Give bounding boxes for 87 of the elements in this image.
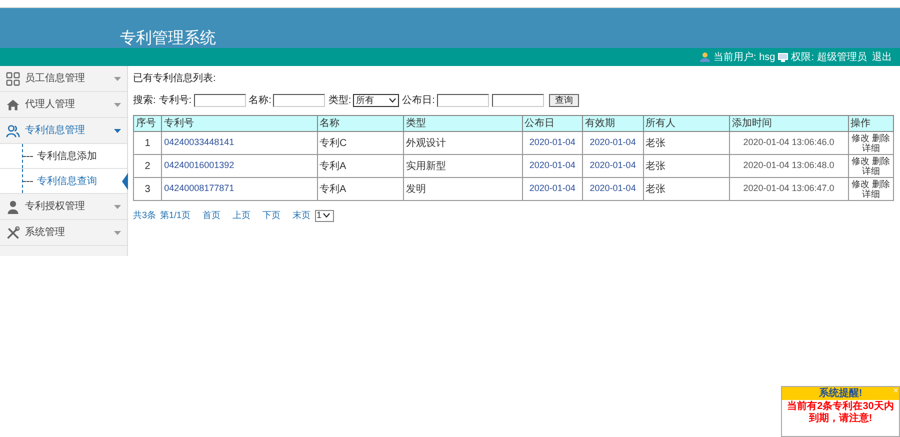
popup-message: 当前有2条专利在30天内到期，请注意!: [786, 401, 895, 425]
action-link[interactable]: 删除: [872, 179, 890, 189]
action-link[interactable]: 修改: [852, 133, 870, 143]
column-header: 所有人: [643, 116, 730, 132]
action-link[interactable]: 删除: [872, 133, 890, 143]
table-cell: 老张: [643, 178, 730, 200]
table-cell: 发明: [403, 178, 522, 200]
menu-item[interactable]: 员工信息管理: [0, 66, 127, 92]
user-label: 当前用户:: [713, 50, 756, 64]
total-count: 共3条: [133, 209, 156, 222]
input-field[interactable]: [194, 94, 246, 107]
user-icon: [6, 200, 20, 214]
table-cell: 专利A: [317, 178, 404, 200]
page-link[interactable]: 下页: [262, 209, 281, 222]
role-name: 超级管理员: [817, 50, 867, 64]
monitor-icon: [778, 52, 788, 62]
table-cell: 2020-01-04: [582, 132, 644, 154]
field-label: 类型:: [328, 94, 352, 108]
tools-icon: [6, 226, 20, 240]
query-button[interactable]: 查询: [548, 94, 579, 107]
field-label: 公布日:: [402, 94, 435, 108]
search-label: 搜索:: [133, 94, 156, 108]
menu-item[interactable]: 专利授权管理: [0, 194, 127, 220]
action-link[interactable]: 修改: [852, 179, 870, 189]
system-title: 专利管理系统: [120, 28, 216, 47]
table-cell: 2020-01-04: [522, 154, 583, 178]
action-link[interactable]: 详细: [862, 143, 880, 153]
table-cell: 专利A: [317, 154, 404, 178]
menu-item[interactable]: 系统管理: [0, 220, 127, 246]
table-cell: 2020-01-04: [522, 132, 583, 154]
column-header: 名称: [317, 116, 404, 132]
active-pointer-icon: [122, 173, 128, 190]
user-icon: [700, 52, 710, 62]
caret-icon: [114, 230, 121, 234]
home-icon: [6, 98, 20, 112]
column-header: 序号: [134, 116, 162, 132]
table-cell: 2020-01-04: [582, 178, 644, 200]
field-label: 专利号:: [158, 94, 192, 108]
popup-title: 系统提醒!: [818, 386, 862, 400]
type-select[interactable]: 所有: [353, 94, 400, 107]
table-cell: 2: [134, 154, 162, 178]
column-header: 专利号: [162, 116, 318, 132]
action-link[interactable]: 删除: [872, 156, 890, 166]
table-cell: 1: [134, 132, 162, 154]
table-cell: 04240016001392: [162, 154, 318, 178]
chevron-icon: [322, 213, 330, 218]
caret-icon: [114, 204, 121, 208]
field-label: 名称:: [248, 94, 272, 108]
table-cell: 2020-01-04: [582, 154, 644, 178]
caret-icon: [114, 76, 121, 80]
table-cell: 2020-01-04 13:06:48.0: [729, 154, 848, 178]
page-indicator: 第1/1页: [160, 209, 191, 222]
table-cell: 3: [134, 178, 162, 200]
column-header: 操作: [848, 116, 894, 132]
table-cell: 实用新型: [403, 154, 522, 178]
table-cell: 2020-01-04 13:06:46.0: [729, 132, 848, 154]
page-link[interactable]: 首页: [202, 209, 221, 222]
page-link[interactable]: 上页: [232, 209, 251, 222]
table-cell: 外观设计: [403, 132, 522, 154]
table-cell: 2020-01-04 13:06:47.0: [729, 178, 848, 200]
table-cell: 04240008177871: [162, 178, 318, 200]
list-heading: 已有专利信息列表:: [133, 72, 217, 86]
column-header: 公布日: [522, 116, 583, 132]
action-link[interactable]: 修改: [852, 156, 870, 166]
caret-icon: [114, 128, 121, 132]
table-cell: 04240033448141: [162, 132, 318, 154]
table-cell: 老张: [643, 154, 730, 178]
action-link[interactable]: 详细: [862, 189, 880, 199]
table-cell: 老张: [643, 132, 730, 154]
user-name: hsg: [759, 50, 776, 64]
input-field[interactable]: [436, 94, 489, 107]
page-link[interactable]: 末页: [292, 209, 311, 222]
input-field[interactable]: [273, 94, 326, 107]
column-header: 有效期: [582, 116, 644, 132]
input-field[interactable]: [492, 94, 544, 107]
grid-icon: [6, 72, 20, 86]
table-cell: 专利C: [317, 132, 404, 154]
users-icon: [6, 124, 20, 138]
action-link[interactable]: 详细: [862, 166, 880, 176]
page-select[interactable]: 1: [314, 210, 334, 222]
table-cell: 2020-01-04: [522, 178, 583, 200]
caret-icon: [114, 102, 121, 106]
role-label: 权限:: [791, 50, 814, 64]
column-header: 添加时间: [729, 116, 848, 132]
column-header: 类型: [403, 116, 522, 132]
chevron-icon: [389, 98, 396, 103]
menu-item[interactable]: 代理人管理: [0, 92, 127, 118]
